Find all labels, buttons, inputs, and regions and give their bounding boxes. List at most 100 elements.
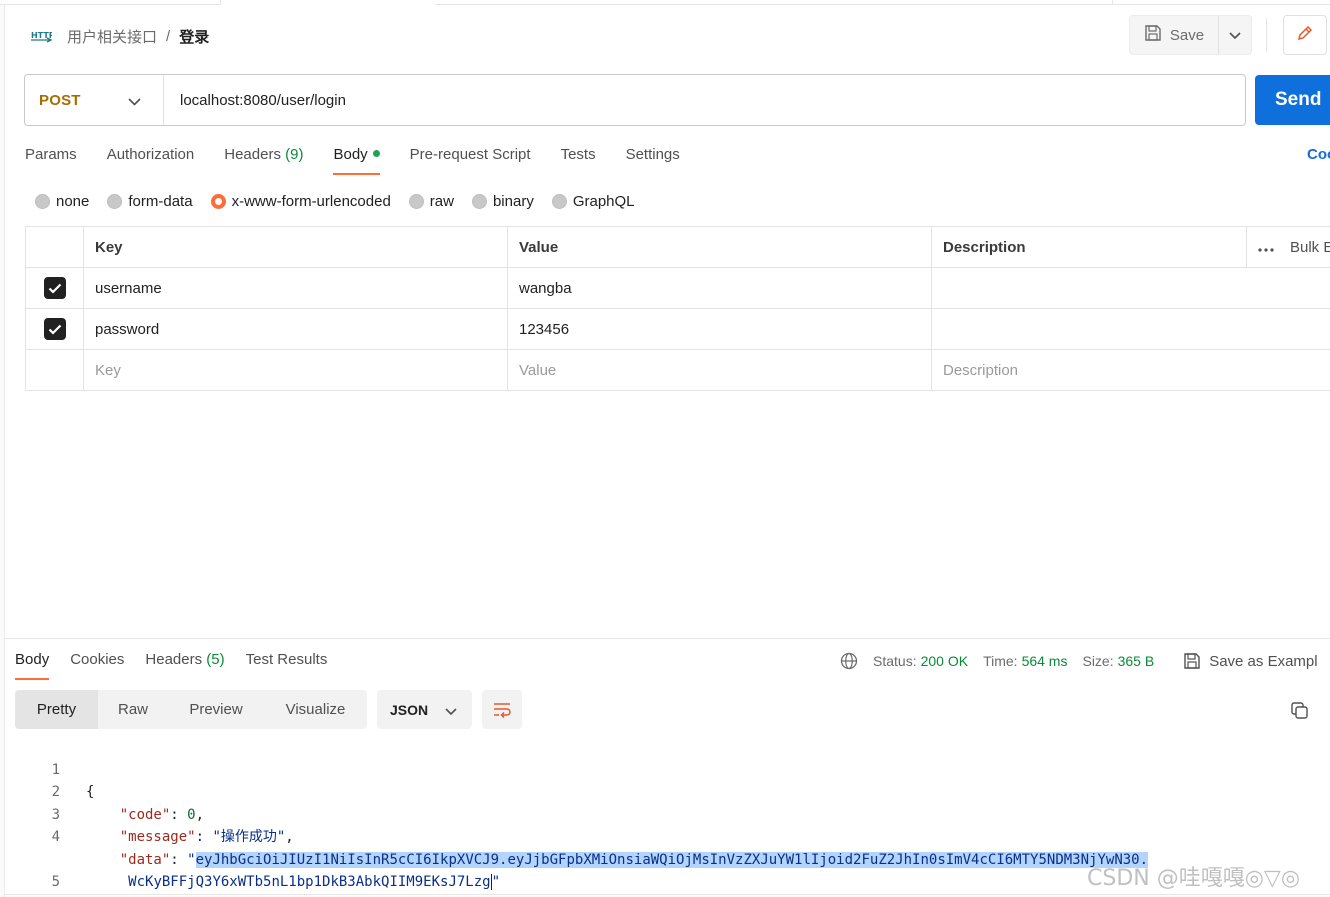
row-extra-cell [1246, 309, 1330, 349]
watermark: CSDN @哇嘎嘎◎▽◎ [1087, 866, 1301, 891]
row-value[interactable]: wangba [507, 268, 931, 308]
radio-label: raw [429, 192, 454, 210]
bulk-edit-button[interactable]: Bulk E [1246, 227, 1330, 267]
row-value[interactable]: 123456 [507, 309, 931, 349]
globe-icon[interactable] [840, 652, 858, 670]
send-button[interactable]: Send [1255, 75, 1330, 125]
header-description: Description [931, 227, 1246, 267]
url-bar: POST localhost:8080/user/login [24, 74, 1246, 126]
http-icon: HTTP [30, 25, 52, 47]
tab-pre-request-script[interactable]: Pre-request Script [410, 143, 531, 175]
tab-cookies[interactable]: Cookies [70, 648, 124, 680]
radio-circle [471, 193, 487, 209]
radio-x-www-form-urlencoded[interactable]: x-www-form-urlencoded [210, 192, 391, 210]
save-as-example-button[interactable]: Save as Exampl [1183, 652, 1318, 670]
tab-label: Pre-request Script [409, 146, 531, 163]
radio-binary[interactable]: binary [471, 192, 534, 210]
header-value: Value [507, 227, 931, 267]
json-quote: " [491, 874, 501, 890]
tab-label: Tests [560, 146, 596, 163]
row-checkbox[interactable] [43, 318, 66, 340]
radio-label: binary [492, 192, 534, 210]
row-key[interactable]: password [83, 309, 507, 349]
modified-dot [372, 150, 380, 157]
bottom-border [5, 894, 1330, 895]
view-tab-pretty[interactable]: Pretty [15, 690, 98, 729]
tab-label: Body [15, 651, 50, 668]
header-key: Key [83, 227, 507, 267]
tab-params[interactable]: Params [25, 143, 77, 175]
tab-headers[interactable]: Headers (9) [224, 143, 303, 175]
row-checkbox-cell [26, 350, 83, 390]
radio-circle [408, 193, 424, 209]
code-snippet-link[interactable]: Coo [1307, 146, 1330, 163]
row-checkbox[interactable] [43, 277, 66, 299]
radio-graphql[interactable]: GraphQL [551, 193, 635, 210]
new-value-input[interactable]: Value [507, 350, 931, 390]
size-label: Size: [1082, 653, 1114, 669]
line-number: 5 [51, 874, 60, 890]
response-code-editor[interactable]: 1 { 2 "code": 0, 3 "message": "操作成功", 4 … [0, 736, 1330, 897]
view-tab-preview[interactable]: Preview [168, 690, 264, 729]
tab-tests[interactable]: Tests [561, 143, 596, 175]
tab-settings[interactable]: Settings [626, 143, 680, 175]
breadcrumb-parent[interactable]: 用户相关接口 [67, 26, 157, 47]
save-options-button[interactable] [1219, 16, 1251, 54]
tab-label: Authorization [106, 146, 195, 163]
wrap-lines-button[interactable] [482, 690, 522, 729]
code-line: 2 "code": 0, [0, 759, 1330, 823]
new-description-input[interactable]: Description [931, 350, 1246, 390]
edit-button[interactable] [1283, 15, 1327, 55]
method-select[interactable]: POST [25, 75, 164, 125]
more-icon[interactable] [1258, 239, 1274, 256]
request-tabs: Params Authorization Headers (9) Body Pr… [25, 143, 710, 175]
radio-form-data[interactable]: form-data [107, 193, 193, 210]
tab-authorization[interactable]: Authorization [107, 143, 195, 175]
response-divider[interactable] [5, 638, 1330, 639]
status-label: Status: [873, 653, 917, 669]
table-header-row: Key Value Description Bulk E [25, 227, 1330, 268]
tab-label: Body [333, 146, 368, 163]
code-line: 1 { [0, 736, 1330, 801]
tab-label: Test Results [245, 651, 328, 668]
code-text: WcKyBFFjQ3Y6xWTb5nL1bp1DkB3AbkQIIM9EKsJ7… [86, 871, 500, 894]
bulk-edit-label: Bulk E [1290, 238, 1330, 256]
view-tab-raw[interactable]: Raw [98, 690, 168, 729]
radio-circle-selected [210, 193, 226, 209]
copy-icon[interactable] [1288, 699, 1312, 723]
pencil-icon [1296, 24, 1314, 46]
tab-body[interactable]: Body [333, 143, 380, 175]
status-value[interactable]: 200 OK [921, 653, 968, 669]
code-line: 3 "message": "操作成功", [0, 781, 1330, 846]
row-key[interactable]: username [83, 268, 507, 308]
tab-label: Headers [145, 651, 203, 668]
new-key-input[interactable]: Key [83, 350, 507, 390]
table-row-new: Key Value Description [25, 350, 1330, 391]
row-extra-cell [1246, 268, 1330, 308]
tab-count: (5) [206, 651, 225, 668]
url-input[interactable]: localhost:8080/user/login [164, 92, 346, 109]
size-value[interactable]: 365 B [1118, 653, 1155, 669]
radio-raw[interactable]: raw [408, 192, 454, 210]
radio-none[interactable]: none [35, 193, 89, 210]
response-tabs: Body Cookies Headers (5) Test Results [15, 648, 348, 680]
row-description[interactable] [931, 268, 1246, 308]
time-value[interactable]: 564 ms [1022, 653, 1068, 669]
tab-label: Headers [224, 146, 281, 163]
format-select[interactable]: JSON [377, 690, 472, 729]
tab-response-headers[interactable]: Headers (5) [145, 648, 224, 680]
format-label: JSON [390, 701, 429, 718]
breadcrumb: HTTP 用户相关接口 / 登录 [30, 22, 209, 50]
tab-test-results[interactable]: Test Results [246, 648, 328, 680]
radio-circle [551, 193, 567, 209]
save-button[interactable]: Save [1130, 16, 1219, 54]
radio-label: x-www-form-urlencoded [231, 192, 391, 210]
tab-response-body[interactable]: Body [15, 648, 50, 680]
header-checkbox-cell [26, 227, 83, 267]
params-table: Key Value Description Bulk E username wa… [25, 226, 1330, 391]
row-description[interactable] [931, 309, 1246, 349]
breadcrumb-current[interactable]: 登录 [179, 26, 209, 47]
time-label: Time: [983, 653, 1018, 669]
method-label: POST [39, 91, 81, 109]
view-tab-visualize[interactable]: Visualize [264, 690, 367, 729]
